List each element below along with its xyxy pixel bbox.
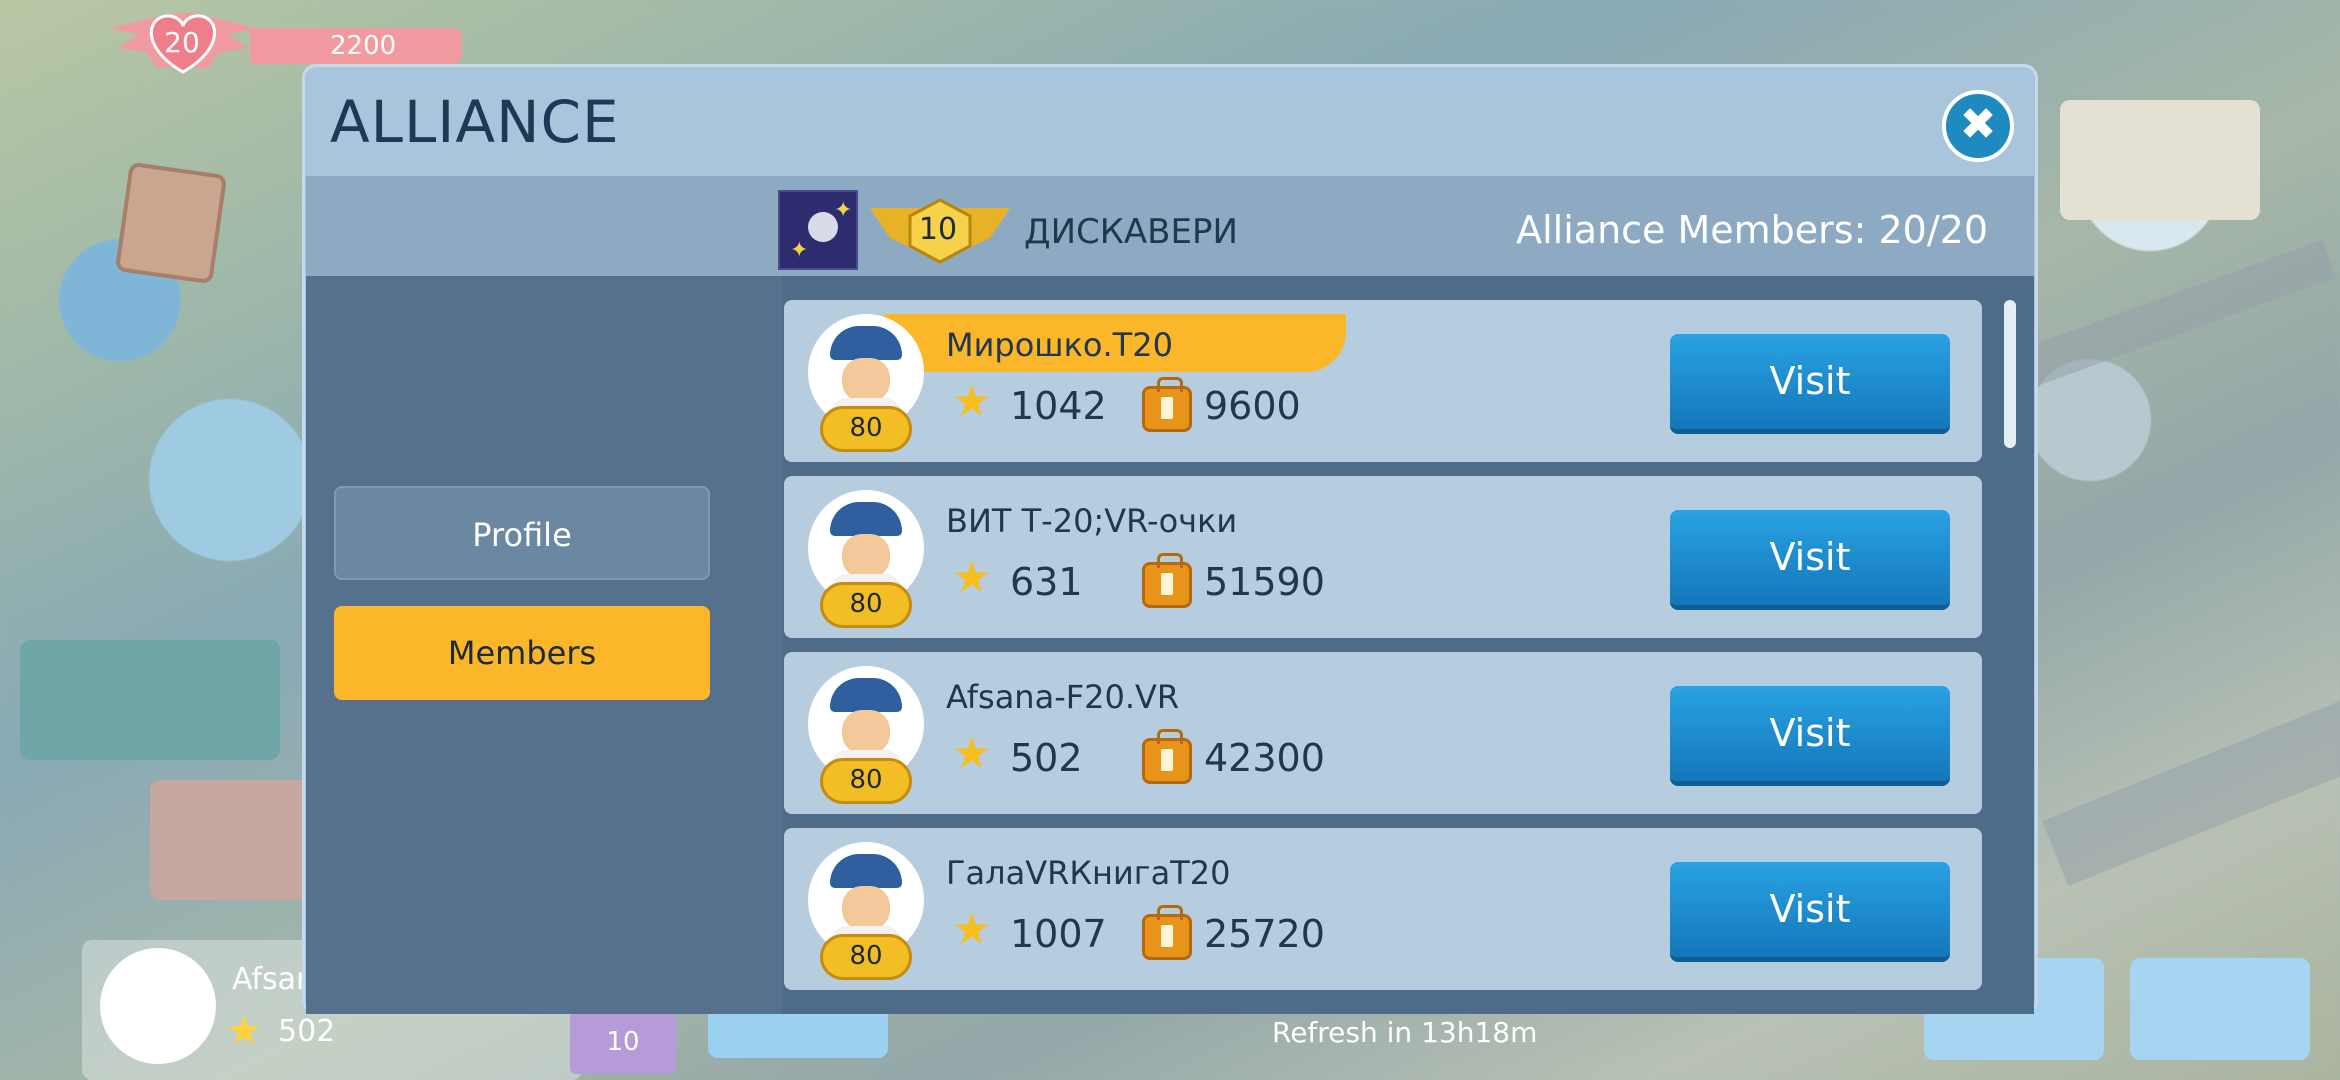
city-block — [20, 640, 280, 760]
avatar — [100, 948, 216, 1064]
home-icon[interactable] — [2130, 958, 2310, 1060]
list-item: 80 Мирошко.Т20 ★ 1042 9600 Visit — [784, 300, 1982, 462]
tab-members[interactable]: Members — [334, 606, 710, 700]
member-name: ГалаVRКнигаТ20 — [946, 854, 1231, 892]
visit-button[interactable]: Visit — [1670, 334, 1950, 434]
star-icon: ★ — [952, 728, 992, 779]
member-level-badge: 80 — [820, 582, 912, 628]
pilot-cap — [830, 854, 902, 888]
member-stars: 502 — [1010, 736, 1083, 780]
pilot-face — [842, 358, 890, 402]
alliance-emblem-icon: ✦ ✦ — [778, 190, 858, 270]
xp-bar: 2200 — [250, 28, 462, 64]
visit-button[interactable]: Visit — [1670, 686, 1950, 786]
sparkle-icon: ✦ — [834, 198, 853, 223]
bag-icon — [1142, 729, 1192, 784]
alliance-level: 10 — [918, 212, 958, 247]
alliance-members-count: Alliance Members: 20/20 — [1516, 208, 1988, 252]
star-icon: ★ — [952, 904, 992, 955]
list-item: 80 ГалаVRКнигаТ20 ★ 1007 25720 Visit — [784, 828, 1982, 990]
tab-profile[interactable]: Profile — [334, 486, 710, 580]
members-scrollbar[interactable] — [2004, 300, 2016, 448]
wallet-icon[interactable] — [114, 161, 228, 285]
star-icon: ★ — [952, 552, 992, 603]
alliance-name: ДИСКАВЕРИ — [1024, 212, 1238, 252]
pilot-cap — [830, 502, 902, 536]
refresh-timer: Refresh in 13h18m — [1272, 1016, 1537, 1049]
member-name: Мирошко.Т20 — [946, 326, 1173, 364]
member-bags: 51590 — [1204, 560, 1325, 604]
city-block — [2060, 100, 2260, 220]
pilot-face — [842, 534, 890, 578]
star-icon: ★ — [226, 1008, 262, 1054]
city-block — [150, 780, 310, 900]
member-bags: 9600 — [1204, 384, 1301, 428]
member-level-badge: 80 — [820, 406, 912, 452]
bottom-player-stars: 502 — [278, 1014, 336, 1049]
alliance-level-badge[interactable]: 10 — [570, 1010, 676, 1074]
visit-button[interactable]: Visit — [1670, 862, 1950, 962]
member-level-badge: 80 — [820, 758, 912, 804]
player-level: 20 — [164, 26, 200, 59]
visit-button[interactable]: Visit — [1670, 510, 1950, 610]
pilot-face — [842, 886, 890, 930]
pilot-cap — [830, 326, 902, 360]
list-item: 80 Afsana-F20.VR ★ 502 42300 Visit — [784, 652, 1982, 814]
star-icon: ★ — [952, 376, 992, 427]
member-stars: 1007 — [1010, 912, 1107, 956]
bag-icon — [1142, 905, 1192, 960]
member-bags: 42300 — [1204, 736, 1325, 780]
dialog-title: ALLIANCE — [330, 88, 620, 156]
refresh-time: 13h18m — [1421, 1016, 1538, 1049]
list-item: 80 ВИТ Т-20;VR-очки ★ 631 51590 Visit — [784, 476, 1982, 638]
pilot-cap — [830, 678, 902, 712]
member-name: Afsana-F20.VR — [946, 678, 1180, 716]
member-stars: 631 — [1010, 560, 1083, 604]
member-stars: 1042 — [1010, 384, 1107, 428]
bag-icon — [1142, 553, 1192, 608]
refresh-label: Refresh in — [1272, 1016, 1413, 1049]
member-name: ВИТ Т-20;VR-очки — [946, 502, 1238, 540]
member-level-badge: 80 — [820, 934, 912, 980]
sparkle-icon: ✦ — [790, 238, 809, 263]
pilot-face — [842, 710, 890, 754]
member-bags: 25720 — [1204, 912, 1325, 956]
runway — [2042, 663, 2340, 887]
close-icon[interactable]: ✖ — [1942, 90, 2014, 162]
bag-icon — [1142, 377, 1192, 432]
